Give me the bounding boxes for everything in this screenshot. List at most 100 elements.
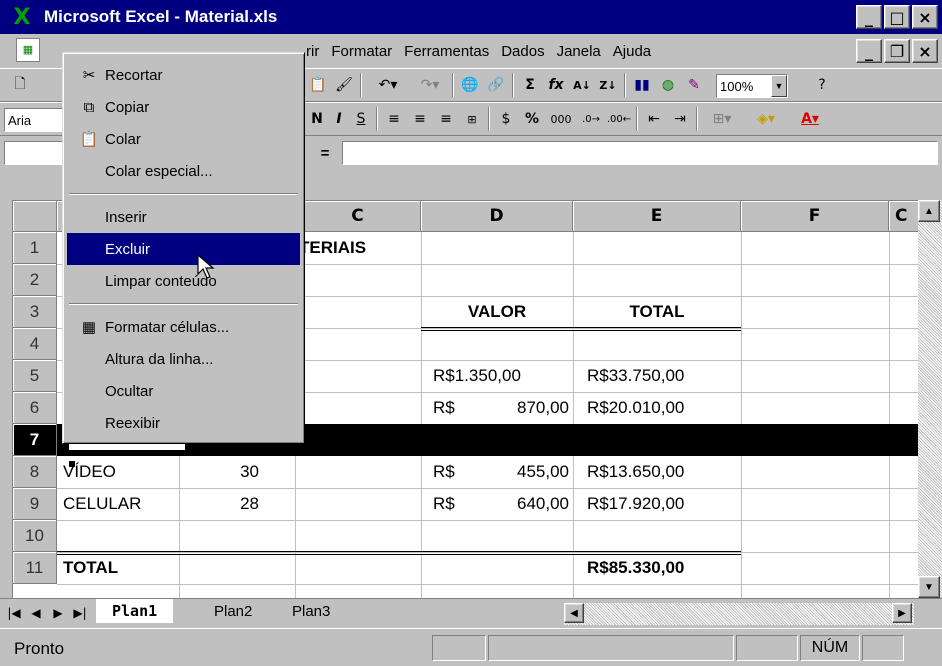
vertical-scrollbar[interactable]: ▲ ▼ bbox=[918, 200, 942, 598]
menu-item-excluir[interactable]: Excluir bbox=[67, 233, 300, 265]
menu-dados[interactable]: Dados bbox=[495, 43, 550, 60]
bold-button[interactable]: N bbox=[308, 107, 326, 131]
column-header-e[interactable]: E bbox=[573, 201, 741, 232]
cell-d8-currency[interactable]: R$ bbox=[433, 456, 473, 488]
menu-item-copiar[interactable]: ⧉ Copiar bbox=[67, 91, 300, 123]
cell-c1[interactable]: TERIAIS bbox=[299, 232, 421, 264]
row-header-4[interactable]: 4 bbox=[13, 328, 57, 360]
select-all-button[interactable] bbox=[13, 201, 57, 232]
align-center-icon[interactable]: ≡ bbox=[408, 107, 432, 131]
paste-icon[interactable]: 📋 bbox=[306, 73, 330, 97]
close-button[interactable]: × bbox=[912, 5, 938, 29]
borders-icon[interactable]: ⊞▾ bbox=[702, 107, 742, 131]
workbook-icon[interactable]: ▦ bbox=[16, 38, 40, 62]
menu-formatar[interactable]: Formatar bbox=[325, 43, 398, 60]
menu-item-recortar[interactable]: ✂ Recortar bbox=[67, 59, 300, 91]
horizontal-scrollbar[interactable]: ◀ ▶ bbox=[564, 603, 914, 625]
scroll-right-icon[interactable]: ▶ bbox=[892, 603, 912, 623]
align-left-icon[interactable]: ≡ bbox=[382, 107, 406, 131]
cell-a8[interactable]: VÍDEO bbox=[63, 456, 179, 488]
prev-sheet-icon[interactable]: ◀ bbox=[26, 603, 46, 623]
scroll-left-icon[interactable]: ◀ bbox=[564, 603, 584, 623]
cell-d9-currency[interactable]: R$ bbox=[433, 488, 473, 520]
tab-plan2[interactable]: Plan2 bbox=[206, 599, 260, 623]
sort-descending-icon[interactable]: Z↓ bbox=[596, 73, 620, 97]
menu-item-altura-linha[interactable]: Altura da linha... bbox=[67, 343, 300, 375]
menu-item-formatar-celulas[interactable]: ▦ Formatar células... bbox=[67, 311, 300, 343]
menu-ferramentas[interactable]: Ferramentas bbox=[398, 43, 495, 60]
column-header-c[interactable]: C bbox=[295, 201, 421, 232]
cell-e8[interactable]: R$13.650,00 bbox=[587, 456, 737, 488]
doc-close-button[interactable]: × bbox=[912, 39, 938, 63]
doc-minimize-button[interactable]: _ bbox=[856, 39, 882, 63]
row-header-8[interactable]: 8 bbox=[13, 456, 57, 488]
menu-ajuda[interactable]: Ajuda bbox=[607, 43, 657, 60]
align-right-icon[interactable]: ≡ bbox=[434, 107, 458, 131]
autosum-icon[interactable]: Σ bbox=[518, 73, 542, 97]
last-sheet-icon[interactable]: ▶| bbox=[70, 603, 90, 623]
cell-b8[interactable]: 30 bbox=[179, 456, 259, 488]
row-header-3[interactable]: 3 bbox=[13, 296, 57, 328]
row-header-2[interactable]: 2 bbox=[13, 264, 57, 296]
row-header-11[interactable]: 11 bbox=[13, 552, 57, 584]
row-header-1[interactable]: 1 bbox=[13, 232, 57, 264]
column-header-f[interactable]: F bbox=[741, 201, 889, 232]
menu-item-colar-especial[interactable]: Colar especial... bbox=[67, 155, 300, 187]
scroll-up-icon[interactable]: ▲ bbox=[918, 200, 940, 222]
first-sheet-icon[interactable]: |◀ bbox=[4, 603, 24, 623]
font-color-icon[interactable]: A▾ bbox=[790, 107, 830, 131]
cell-b9[interactable]: 28 bbox=[179, 488, 259, 520]
row-header-9[interactable]: 9 bbox=[13, 488, 57, 520]
drawing-icon[interactable]: ✎ bbox=[682, 73, 706, 97]
underline-button[interactable]: S bbox=[352, 107, 370, 131]
thousands-icon[interactable]: 000 bbox=[546, 107, 576, 131]
tab-plan3[interactable]: Plan3 bbox=[284, 599, 338, 623]
cell-a11[interactable]: TOTAL bbox=[63, 552, 179, 584]
map-icon[interactable]: ◍ bbox=[656, 73, 680, 97]
cell-e3[interactable]: TOTAL bbox=[573, 296, 741, 328]
cell-e5[interactable]: R$33.750,00 bbox=[587, 360, 737, 392]
menu-item-ocultar[interactable]: Ocultar bbox=[67, 375, 300, 407]
function-icon[interactable]: fx bbox=[544, 73, 568, 97]
sort-ascending-icon[interactable]: A↓ bbox=[570, 73, 594, 97]
menu-item-colar[interactable]: 📋 Colar bbox=[67, 123, 300, 155]
cell-d8[interactable]: 455,00 bbox=[473, 456, 569, 488]
cell-d6-currency[interactable]: R$ bbox=[433, 392, 473, 424]
cell-d3[interactable]: VALOR bbox=[421, 296, 573, 328]
increase-decimal-icon[interactable]: .0→ bbox=[578, 107, 604, 131]
undo-icon[interactable]: ↶▾ bbox=[368, 73, 408, 97]
scroll-down-icon[interactable]: ▼ bbox=[918, 576, 940, 598]
cell-d6[interactable]: 870,00 bbox=[473, 392, 569, 424]
maximize-button[interactable]: □ bbox=[884, 5, 910, 29]
hyperlink-icon[interactable]: 🔗 bbox=[484, 73, 508, 97]
web-icon[interactable]: 🌐 bbox=[458, 73, 482, 97]
new-icon[interactable]: 🗋 bbox=[8, 73, 32, 97]
cell-d5[interactable]: R$1.350,00 bbox=[433, 360, 573, 392]
chart-wizard-icon[interactable]: ▮▮ bbox=[630, 73, 654, 97]
format-painter-icon[interactable]: 🖌 bbox=[332, 73, 356, 97]
help-icon[interactable]: ? bbox=[810, 73, 834, 97]
menu-item-inserir[interactable]: Inserir bbox=[67, 201, 300, 233]
percent-icon[interactable]: % bbox=[520, 107, 544, 131]
row-header-7[interactable]: 7 bbox=[13, 424, 57, 456]
menu-janela[interactable]: Janela bbox=[551, 43, 607, 60]
increase-indent-icon[interactable]: ⇥ bbox=[668, 107, 692, 131]
doc-restore-button[interactable]: ❐ bbox=[884, 39, 910, 63]
row-header-6[interactable]: 6 bbox=[13, 392, 57, 424]
tab-plan1[interactable]: Plan1 bbox=[96, 599, 174, 623]
currency-icon[interactable]: $ bbox=[494, 107, 518, 131]
redo-icon[interactable]: ↷▾ bbox=[410, 73, 450, 97]
merge-center-icon[interactable]: ⊞ bbox=[460, 107, 484, 131]
chevron-down-icon[interactable]: ▼ bbox=[771, 75, 787, 97]
menu-item-reexibir[interactable]: Reexibir bbox=[67, 407, 300, 439]
cell-e6[interactable]: R$20.010,00 bbox=[587, 392, 737, 424]
cell-e11[interactable]: R$85.330,00 bbox=[587, 552, 737, 584]
cell-a9[interactable]: CELULAR bbox=[63, 488, 179, 520]
italic-button[interactable]: I bbox=[330, 107, 348, 131]
font-select[interactable]: Aria bbox=[4, 108, 64, 132]
menu-item-limpar-conteudo[interactable]: Limpar conteúdo bbox=[67, 265, 300, 297]
row-header-5[interactable]: 5 bbox=[13, 360, 57, 392]
next-sheet-icon[interactable]: ▶ bbox=[48, 603, 68, 623]
decrease-indent-icon[interactable]: ⇤ bbox=[642, 107, 666, 131]
column-header-d[interactable]: D bbox=[421, 201, 573, 232]
